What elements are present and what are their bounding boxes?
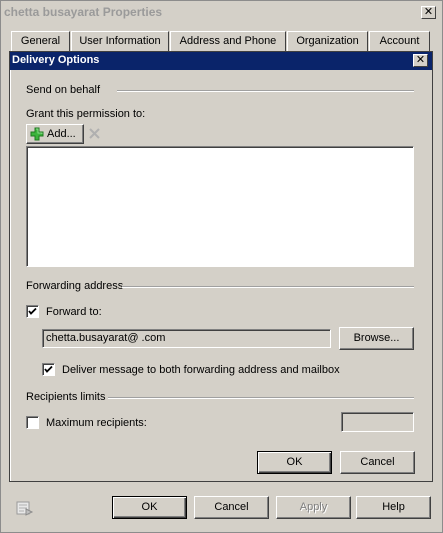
- maximum-recipients-label: Maximum recipients:: [46, 417, 147, 429]
- grant-permission-label: Grant this permission to:: [26, 108, 146, 120]
- deliver-both-checkbox[interactable]: [42, 363, 55, 376]
- deliver-both-label: Deliver message to both forwarding addre…: [62, 364, 340, 376]
- checkmark-icon: [28, 307, 37, 315]
- properties-window-title: chetta busayarat Properties: [4, 5, 163, 19]
- properties-close-button[interactable]: ✕: [421, 6, 436, 19]
- maximum-recipients-field[interactable]: [341, 412, 414, 432]
- tab-address-and-phone[interactable]: Address and Phone: [170, 31, 286, 51]
- tab-label: General: [20, 35, 61, 47]
- recipients-limits-group-label: Recipients limits: [26, 391, 106, 403]
- grantees-list[interactable]: [26, 146, 414, 267]
- tab-user-information[interactable]: User Information: [71, 31, 169, 51]
- maximum-recipients-checkbox[interactable]: [26, 416, 39, 429]
- close-icon: ✕: [415, 54, 426, 66]
- delivery-options-title: Delivery Options: [12, 54, 100, 66]
- group-divider: [122, 286, 414, 288]
- group-divider: [117, 90, 414, 92]
- add-plus-icon: [30, 127, 44, 141]
- forward-to-checkbox[interactable]: [26, 305, 39, 318]
- add-button-label: Add...: [47, 128, 76, 140]
- footer-help-button[interactable]: Help: [356, 496, 431, 519]
- tab-label: User Information: [79, 35, 161, 47]
- add-button[interactable]: Add...: [26, 124, 84, 144]
- tab-label: Organization: [296, 35, 359, 47]
- remove-x-icon[interactable]: [88, 127, 101, 140]
- footer-ok-button[interactable]: OK: [112, 496, 187, 519]
- dialog-cancel-button[interactable]: Cancel: [340, 451, 415, 474]
- properties-page-icon: [16, 501, 34, 516]
- footer-apply-button[interactable]: Apply: [276, 496, 351, 519]
- footer-cancel-button[interactable]: Cancel: [194, 496, 269, 519]
- tab-label: Account: [379, 35, 420, 47]
- tab-label: Address and Phone: [179, 35, 277, 47]
- tab-general[interactable]: General: [11, 31, 70, 51]
- browse-button[interactable]: Browse...: [339, 327, 414, 350]
- tab-account[interactable]: Account: [369, 31, 430, 51]
- tab-organization[interactable]: Organization: [287, 31, 368, 51]
- forwarding-group-label: Forwarding address: [26, 280, 124, 292]
- forward-address-field[interactable]: chetta.busayarat@ .com: [42, 329, 331, 348]
- dialog-ok-button[interactable]: OK: [257, 451, 332, 474]
- checkmark-icon: [44, 365, 53, 373]
- forward-to-label: Forward to:: [46, 306, 102, 318]
- group-divider: [108, 397, 414, 399]
- delivery-options-close-button[interactable]: ✕: [413, 54, 428, 67]
- close-icon: ✕: [423, 6, 434, 18]
- send-on-behalf-group-label: Send on behalf: [26, 84, 101, 96]
